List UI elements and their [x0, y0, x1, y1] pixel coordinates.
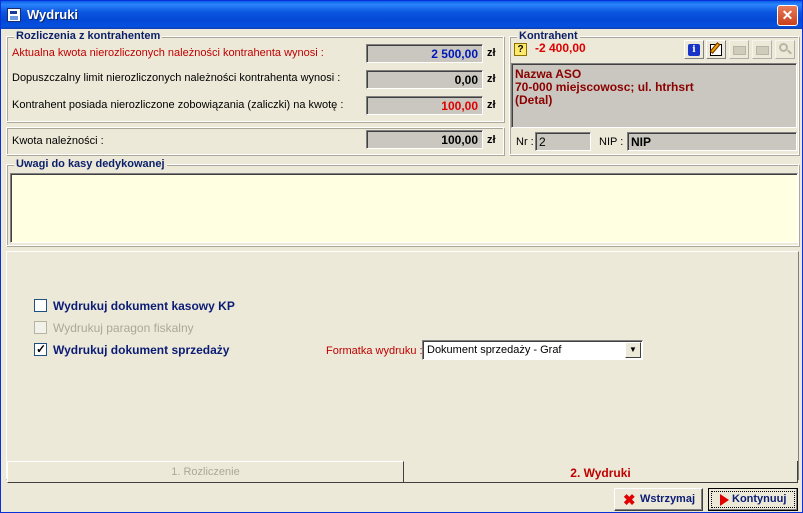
- notes-title: Uwagi do kasy dedykowanej: [14, 158, 167, 170]
- nip-label: NIP :: [599, 136, 624, 148]
- close-button[interactable]: ✕: [777, 5, 798, 26]
- print-receipt-label: Wydrukuj paragon fiskalny: [53, 321, 194, 335]
- play-icon: [720, 494, 729, 506]
- title-bar[interactable]: Wydruki ✕: [1, 1, 802, 29]
- folder-icon: [756, 46, 769, 55]
- notes-textarea[interactable]: [10, 173, 798, 243]
- cancel-icon: ✖: [623, 492, 636, 509]
- format-label: Formatka wydruku :: [326, 345, 423, 357]
- open-button[interactable]: [752, 40, 772, 59]
- print-sale-checkbox[interactable]: ✓: [34, 342, 47, 356]
- print-dialog-window: Wydruki ✕ Rozliczenia z kontrahentem Akt…: [0, 0, 803, 513]
- current-receivables-unit: zł: [487, 47, 496, 59]
- checkmark-icon: ✓: [36, 342, 47, 356]
- close-icon: ✕: [781, 7, 794, 23]
- current-receivables-value: 2 500,00: [366, 44, 483, 63]
- tab-settlement-label: 1. Rozliczenie: [171, 466, 240, 478]
- continue-label: Kontynuuj: [732, 493, 787, 505]
- advances-unit: zł: [487, 99, 496, 111]
- contractor-type: (Detal): [515, 93, 553, 107]
- nr-field: 2: [535, 132, 591, 151]
- contractor-address: 70-000 miejscowosc; ul. htrhsrt: [515, 80, 694, 94]
- nr-label: Nr :: [516, 136, 534, 148]
- continue-button[interactable]: Kontynuuj: [708, 488, 798, 511]
- settlements-title: Rozliczenia z kontrahentem: [14, 30, 163, 42]
- amount-value: 100,00: [366, 130, 483, 149]
- tab-settlement[interactable]: 1. Rozliczenie: [7, 461, 404, 483]
- print-kp-checkbox[interactable]: [34, 299, 47, 312]
- nip-value: NIP: [631, 135, 652, 149]
- info-button[interactable]: i: [684, 40, 704, 59]
- cancel-label: Wstrzymaj: [640, 493, 696, 505]
- window-title: Wydruki: [27, 7, 79, 22]
- print-kp-label: Wydrukuj dokument kasowy KP: [53, 299, 235, 313]
- tab-prints-label: 2. Wydruki: [570, 466, 631, 480]
- nr-value: 2: [539, 135, 546, 149]
- contractor-details-box: Nazwa ASO 70-000 miejscowosc; ul. htrhsr…: [511, 63, 797, 128]
- contractor-name: Nazwa ASO: [515, 67, 582, 81]
- amount-unit: zł: [487, 134, 496, 146]
- advances-label: Kontrahent posiada nierozliczone zobowią…: [12, 99, 344, 111]
- print-receipt-checkbox: [34, 321, 47, 334]
- current-receivables-label: Aktualna kwota nierozliczonych należnośc…: [12, 47, 324, 59]
- search-handle-icon: [787, 49, 792, 55]
- search-button[interactable]: [775, 40, 795, 59]
- format-select-value: Dokument sprzedaży - Graf: [427, 344, 562, 356]
- limit-unit: zł: [487, 73, 496, 85]
- nip-field: NIP: [627, 132, 797, 151]
- folder-add-icon: [733, 46, 746, 55]
- add-button[interactable]: [729, 40, 749, 59]
- dropdown-arrow-icon[interactable]: ▼: [625, 342, 641, 358]
- cancel-button[interactable]: ✖ Wstrzymaj: [614, 488, 703, 511]
- amount-label: Kwota należności :: [12, 135, 104, 147]
- tab-prints[interactable]: 2. Wydruki: [404, 461, 798, 483]
- tab-panel: [6, 251, 799, 480]
- print-sale-label: Wydrukuj dokument sprzedaży: [53, 343, 230, 357]
- help-icon[interactable]: ?: [514, 43, 527, 56]
- format-select[interactable]: Dokument sprzedaży - Graf ▼: [422, 340, 643, 360]
- limit-value: 0,00: [366, 70, 483, 89]
- app-icon: [7, 8, 21, 22]
- contractor-balance: -2 400,00: [535, 41, 586, 55]
- info-icon: i: [688, 44, 700, 56]
- limit-label: Dopuszczalny limit nierozliczonych należ…: [12, 72, 341, 84]
- advances-value: 100,00: [366, 96, 483, 115]
- edit-button[interactable]: [706, 40, 726, 59]
